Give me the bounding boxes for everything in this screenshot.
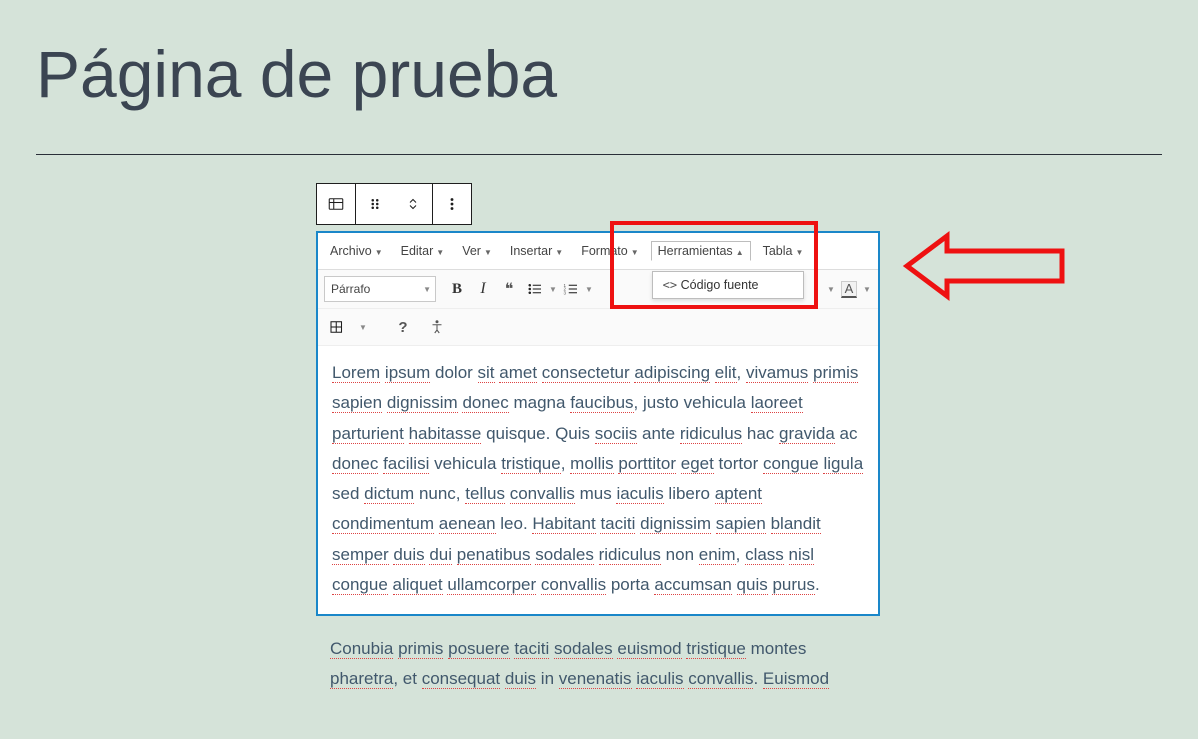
editor-menubar: Archivo▼ Editar▼ Ver▼ Insertar▼ Formato▼… xyxy=(318,233,878,270)
classic-editor: Archivo▼ Editar▼ Ver▼ Insertar▼ Formato▼… xyxy=(316,231,880,616)
menu-label: Editar xyxy=(401,244,434,258)
chevron-down-icon[interactable]: ▼ xyxy=(862,285,872,294)
menu-tabla[interactable]: Tabla▼ xyxy=(757,242,810,260)
chevron-down-icon[interactable]: ▼ xyxy=(358,323,368,332)
editor-content[interactable]: Lorem ipsum dolor sit amet consectetur a… xyxy=(318,346,878,614)
chevron-down-icon: ▼ xyxy=(436,248,444,257)
menu-editar[interactable]: Editar▼ xyxy=(395,242,451,260)
block-toolbar xyxy=(316,183,472,225)
svg-text:3: 3 xyxy=(564,290,567,295)
menu-label: Insertar xyxy=(510,244,552,258)
table-button[interactable] xyxy=(324,314,350,340)
select-value: Párrafo xyxy=(331,282,370,296)
classic-block-icon[interactable] xyxy=(317,184,355,224)
chevron-down-icon[interactable]: ▼ xyxy=(826,285,836,294)
blockquote-button[interactable]: ❝ xyxy=(496,276,522,302)
menu-item-codigo-fuente[interactable]: <> Código fuente xyxy=(653,272,803,298)
drag-handle-icon[interactable] xyxy=(356,184,394,224)
chevron-down-icon: ▼ xyxy=(555,248,563,257)
editor-toolbar-secondary: ▼ ? xyxy=(318,309,878,346)
menu-item-label: Código fuente xyxy=(681,278,759,292)
chevron-up-icon: ▲ xyxy=(736,248,744,257)
menu-archivo[interactable]: Archivo▼ xyxy=(324,242,389,260)
annotation-arrow-icon xyxy=(902,231,1082,301)
chevron-down-icon: ▼ xyxy=(484,248,492,257)
accessibility-button[interactable] xyxy=(424,314,450,340)
more-options-icon[interactable] xyxy=(433,184,471,224)
chevron-down-icon: ▼ xyxy=(631,248,639,257)
divider xyxy=(36,154,1162,155)
move-up-down-icon[interactable] xyxy=(394,184,432,224)
chevron-down-icon: ▼ xyxy=(423,285,431,294)
menu-label: Tabla xyxy=(763,244,793,258)
text-color-button[interactable]: A xyxy=(836,276,862,302)
italic-button[interactable]: I xyxy=(470,276,496,302)
chevron-down-icon[interactable]: ▼ xyxy=(548,285,558,294)
menu-ver[interactable]: Ver▼ xyxy=(456,242,498,260)
chevron-down-icon[interactable]: ▼ xyxy=(584,285,594,294)
numbered-list-button[interactable]: 123 xyxy=(558,276,584,302)
menu-herramientas[interactable]: Herramientas▲ <> Código fuente xyxy=(651,241,751,261)
dropdown-herramientas: <> Código fuente xyxy=(652,271,804,299)
following-paragraph[interactable]: Conubia primis posuere taciti sodales eu… xyxy=(330,634,870,695)
menu-label: Formato xyxy=(581,244,628,258)
paragraph-format-select[interactable]: Párrafo ▼ xyxy=(324,276,436,302)
code-icon: <> xyxy=(663,278,681,292)
menu-label: Archivo xyxy=(330,244,372,258)
menu-formato[interactable]: Formato▼ xyxy=(575,242,644,260)
chevron-down-icon: ▼ xyxy=(796,248,804,257)
help-button[interactable]: ? xyxy=(390,314,416,340)
page-title: Página de prueba xyxy=(36,36,1162,112)
chevron-down-icon: ▼ xyxy=(375,248,383,257)
menu-label: Ver xyxy=(462,244,481,258)
bold-button[interactable]: B xyxy=(444,276,470,302)
menu-label: Herramientas xyxy=(658,244,733,258)
bullet-list-button[interactable] xyxy=(522,276,548,302)
menu-insertar[interactable]: Insertar▼ xyxy=(504,242,569,260)
